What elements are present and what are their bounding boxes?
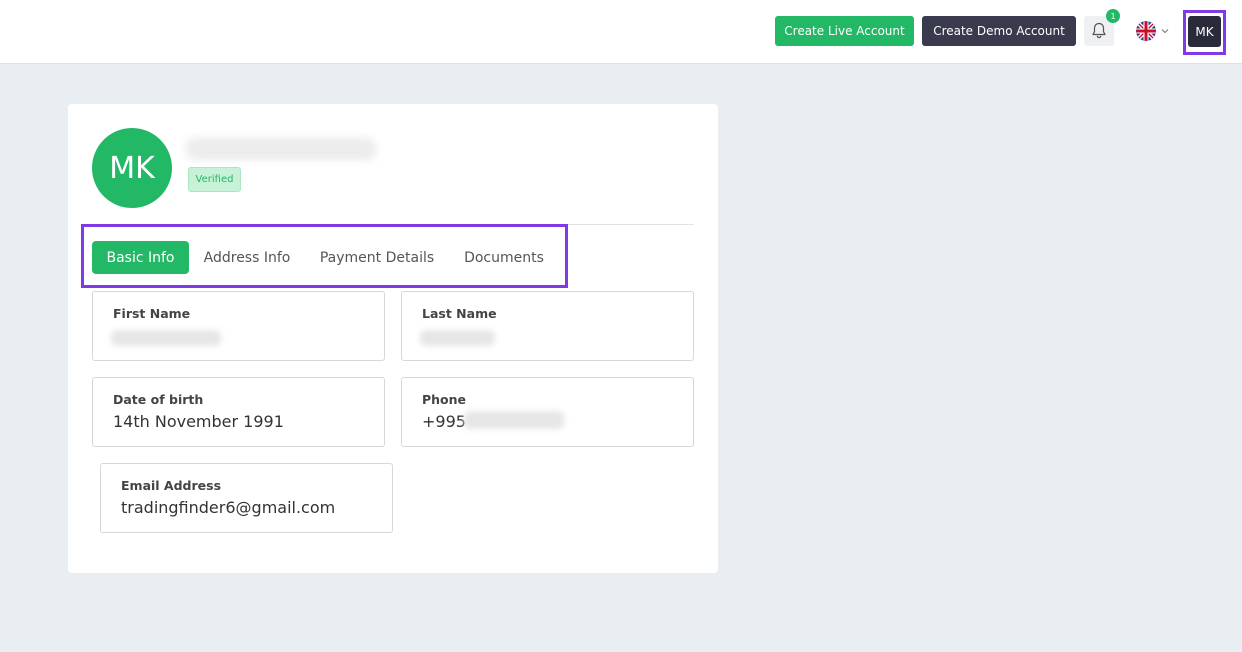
last-name-field: Last Name: [401, 291, 694, 361]
tab-documents[interactable]: Documents: [456, 241, 552, 274]
redacted-last-name: [420, 330, 495, 346]
tab-payment-details[interactable]: Payment Details: [312, 241, 442, 274]
date-of-birth-field: Date of birth 14th November 1991: [92, 377, 385, 447]
language-selector[interactable]: [1136, 20, 1170, 42]
redacted-phone-number: [464, 411, 564, 429]
redacted-user-name: [186, 138, 376, 160]
uk-flag-icon: [1136, 21, 1156, 41]
email-field: Email Address tradingfinder6@gmail.com: [100, 463, 393, 533]
redacted-first-name: [111, 330, 221, 346]
chevron-down-icon: [1161, 29, 1169, 34]
profile-avatar: MK: [92, 128, 172, 208]
email-value: tradingfinder6@gmail.com: [121, 498, 336, 517]
phone-value: +995: [422, 412, 466, 431]
last-name-label: Last Name: [422, 306, 497, 321]
user-avatar-button[interactable]: MK: [1188, 16, 1221, 47]
date-of-birth-value: 14th November 1991: [113, 412, 284, 431]
tab-basic-info[interactable]: Basic Info: [92, 241, 189, 274]
phone-field: Phone +995: [401, 377, 694, 447]
first-name-field: First Name: [92, 291, 385, 361]
create-live-account-button[interactable]: Create Live Account: [775, 16, 914, 46]
notification-count-badge: 1: [1106, 9, 1120, 23]
phone-label: Phone: [422, 392, 467, 407]
date-of-birth-label: Date of birth: [113, 392, 204, 407]
create-demo-account-button[interactable]: Create Demo Account: [922, 16, 1076, 46]
verified-status-badge: Verified: [188, 167, 241, 192]
tab-address-info[interactable]: Address Info: [196, 241, 298, 274]
bell-icon: [1092, 22, 1106, 39]
email-label: Email Address: [121, 478, 222, 493]
first-name-label: First Name: [113, 306, 191, 321]
